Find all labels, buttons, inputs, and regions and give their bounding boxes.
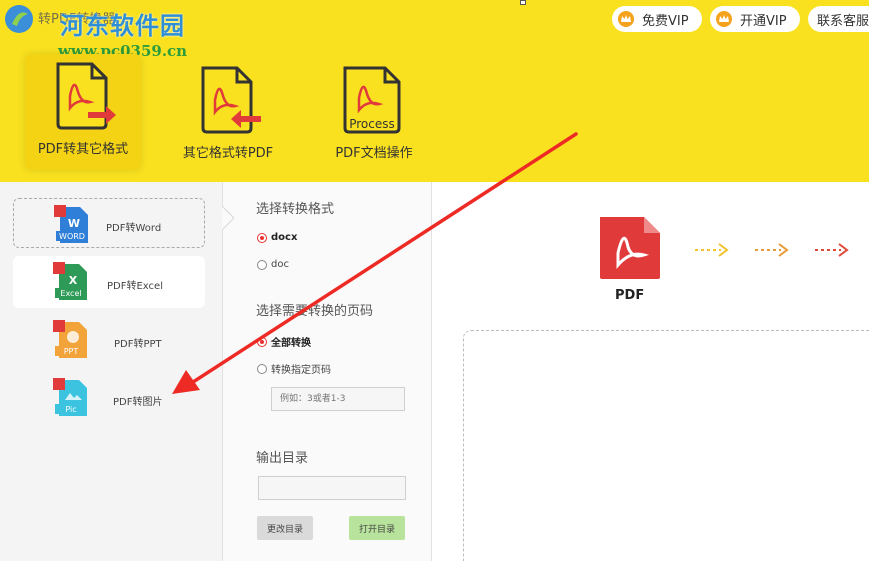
- free-vip-button[interactable]: 免费VIP: [612, 6, 702, 32]
- radio-unchecked-icon: [257, 363, 267, 374]
- open-vip-button[interactable]: 开通VIP: [710, 6, 800, 32]
- format-heading: 选择转换格式: [256, 202, 335, 217]
- radio-unchecked-icon: [257, 259, 267, 270]
- sidebar-item-label: PDF转PPT: [114, 339, 162, 350]
- pdf-import-icon: [201, 66, 261, 134]
- pages-heading: 选择需要转换的页码: [256, 304, 374, 319]
- format-doc-label: doc: [271, 259, 289, 270]
- svg-text:X: X: [69, 274, 78, 287]
- open-vip-label: 开通VIP: [740, 13, 787, 29]
- pdf-export-icon: [56, 62, 116, 130]
- sidebar-item-label: PDF转图片: [113, 397, 163, 408]
- pdf-process-icon: Process: [343, 66, 401, 134]
- options-panel: 选择转换格式 docx doc 选择需要转换的页码 全部转换 转换指定页码 输出…: [222, 182, 432, 561]
- change-dir-button[interactable]: 更改目录: [257, 516, 313, 540]
- tab-pdf-to-other[interactable]: PDF转其它格式: [25, 54, 141, 170]
- output-dir-input[interactable]: [258, 476, 406, 500]
- support-button[interactable]: 联系客服: [808, 6, 869, 32]
- panel-notch: [222, 206, 234, 230]
- flow-arrow-icon: [695, 243, 729, 257]
- app-logo-icon: [5, 5, 33, 33]
- crown-icon: [716, 11, 732, 27]
- tab-other-to-pdf-label: 其它格式转PDF: [182, 146, 274, 161]
- sidebar-item-label: PDF转Excel: [107, 281, 163, 292]
- pages-all-label: 全部转换: [271, 338, 311, 349]
- sidebar-item-pdf-to-image[interactable]: Pic PDF转图片: [13, 372, 205, 424]
- open-dir-button[interactable]: 打开目录: [349, 516, 405, 540]
- pdf-label: PDF: [615, 288, 645, 303]
- ppt-file-icon: PPT: [53, 320, 87, 358]
- radio-checked-icon: [257, 336, 267, 347]
- watermark-name: 河东软件园: [60, 11, 185, 40]
- excel-badge: Excel: [60, 289, 81, 298]
- ppt-badge: PPT: [64, 347, 79, 356]
- tab-pdf-to-other-label: PDF转其它格式: [37, 142, 129, 157]
- format-doc-radio[interactable]: doc: [257, 259, 289, 270]
- pages-specific-radio[interactable]: 转换指定页码: [257, 361, 331, 376]
- pages-all-radio[interactable]: 全部转换: [257, 334, 311, 349]
- flow-arrow-icon: [755, 243, 789, 257]
- main-area: PDF: [433, 182, 869, 561]
- sidebar-item-pdf-to-word[interactable]: W WORD PDF转Word: [13, 198, 205, 248]
- sidebar-item-label: PDF转Word: [106, 223, 162, 234]
- format-docx-label: docx: [271, 232, 298, 243]
- radio-checked-icon: [257, 232, 267, 243]
- file-drop-zone[interactable]: [463, 330, 869, 561]
- sidebar-item-pdf-to-ppt[interactable]: PPT PDF转PPT: [13, 314, 205, 366]
- flow-arrow-icon: [815, 243, 849, 257]
- page-range-input[interactable]: [271, 387, 405, 411]
- image-file-icon: Pic: [53, 378, 87, 416]
- free-vip-label: 免费VIP: [642, 13, 689, 29]
- format-docx-radio[interactable]: docx: [257, 232, 297, 243]
- pic-badge: Pic: [65, 405, 76, 414]
- svg-text:W: W: [68, 217, 80, 230]
- title-bar: 转PDF转换器 河东软件园 免费VIP 开通VIP 联系客服: [0, 0, 869, 40]
- sidebar: W WORD PDF转Word X Excel PDF转Excel PPT PD…: [0, 182, 222, 561]
- tab-pdf-ops[interactable]: Process PDF文档操作: [322, 56, 426, 170]
- pdf-file-icon: [600, 217, 660, 279]
- process-text: Process: [349, 117, 395, 131]
- tab-pdf-ops-label: PDF文档操作: [335, 146, 413, 161]
- window-corner-mark: [520, 0, 526, 5]
- output-heading: 输出目录: [256, 451, 309, 466]
- word-file-icon: W WORD: [54, 205, 88, 243]
- header: 转PDF转换器 河东软件园 免费VIP 开通VIP 联系客服 www.pc035…: [0, 0, 869, 182]
- excel-file-icon: X Excel: [53, 262, 87, 300]
- sidebar-item-pdf-to-excel[interactable]: X Excel PDF转Excel: [13, 256, 205, 308]
- pages-specific-label: 转换指定页码: [271, 365, 331, 376]
- support-label: 联系客服: [817, 13, 869, 29]
- crown-icon: [618, 11, 634, 27]
- word-badge: WORD: [59, 232, 85, 241]
- tab-other-to-pdf[interactable]: 其它格式转PDF: [173, 56, 283, 170]
